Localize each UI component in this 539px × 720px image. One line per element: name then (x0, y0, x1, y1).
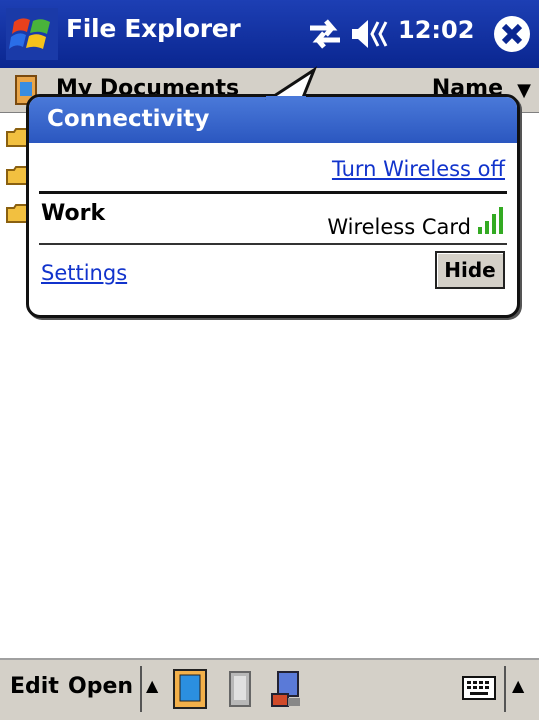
folder-icon[interactable] (6, 164, 28, 186)
storage-card-icon[interactable] (222, 668, 258, 710)
folder-icon[interactable] (6, 126, 28, 148)
connectivity-popup: Connectivity Turn Wireless off Work Wire… (26, 94, 520, 318)
keyboard-icon[interactable] (462, 674, 496, 702)
popup-header: Connectivity (29, 97, 517, 143)
speaker-icon[interactable] (350, 16, 390, 52)
popup-title: Connectivity (47, 106, 210, 132)
sort-arrow-icon[interactable]: ▼ (517, 80, 531, 101)
settings-link[interactable]: Settings (41, 261, 127, 285)
turn-wireless-off-link[interactable]: Turn Wireless off (332, 157, 505, 181)
menu-separator (140, 666, 142, 712)
title-bar: File Explorer 12:02 (0, 0, 539, 68)
popup-pointer (265, 66, 318, 100)
network-share-icon[interactable] (268, 668, 304, 710)
divider (39, 191, 507, 194)
app-title: File Explorer (66, 14, 241, 43)
folder-icon[interactable] (6, 202, 28, 224)
adapter-name: Wireless Card (327, 215, 471, 239)
open-menu[interactable]: Open (68, 674, 133, 699)
connectivity-icon[interactable] (306, 16, 344, 52)
signal-strength-icon (478, 207, 503, 234)
input-panel-arrow-icon[interactable]: ▲ (512, 676, 524, 695)
edit-menu[interactable]: Edit (10, 674, 59, 699)
network-name: Work (41, 201, 106, 226)
menu-separator (504, 666, 506, 712)
pocketpc-icon[interactable] (172, 668, 208, 710)
hide-button[interactable]: Hide (435, 251, 505, 289)
clock[interactable]: 12:02 (398, 16, 474, 44)
menu-bar: Edit Open ▲ ▲ (0, 658, 539, 720)
up-arrow-icon[interactable]: ▲ (146, 676, 158, 695)
close-icon[interactable] (492, 14, 532, 54)
divider (39, 243, 507, 245)
windows-start-icon[interactable] (6, 8, 58, 60)
